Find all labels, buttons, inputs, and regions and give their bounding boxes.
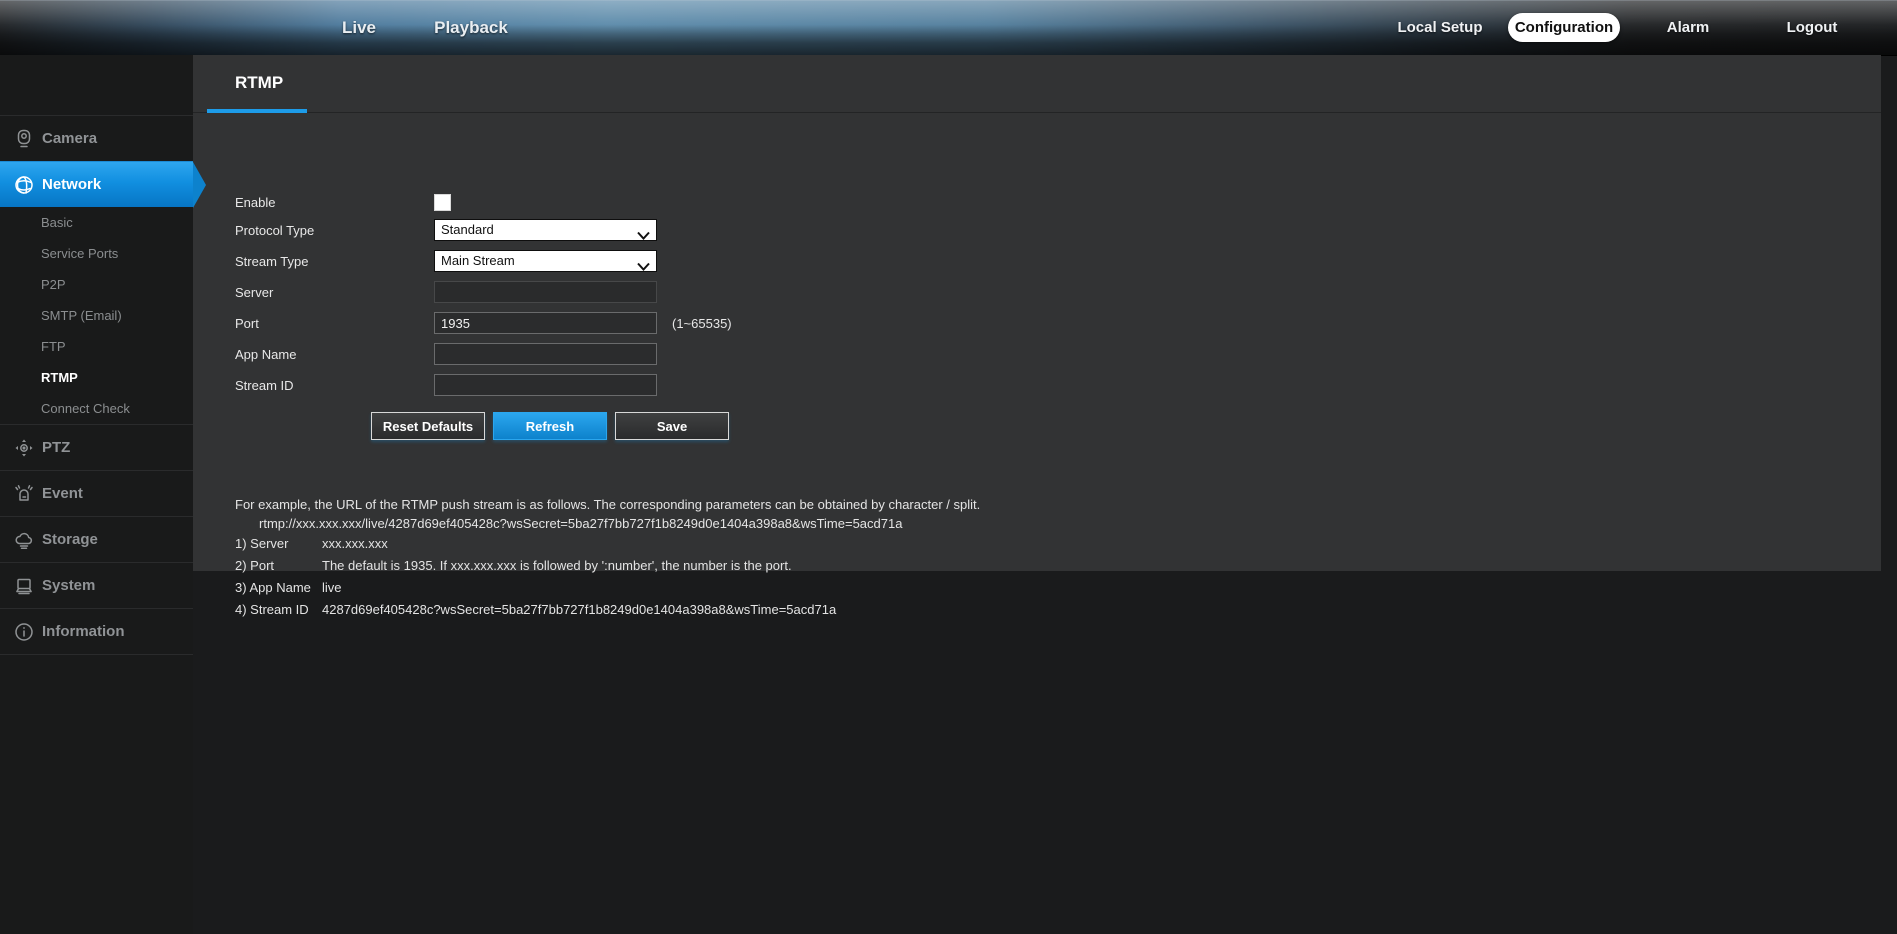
tab-local-setup[interactable]: Local Setup	[1378, 11, 1502, 45]
param-value: The default is 1935. If xxx.xxx.xxx is f…	[322, 558, 792, 573]
sidebar-item-ptz[interactable]: PTZ	[0, 424, 193, 470]
header-right-nav: Local Setup Configuration Alarm Logout	[1378, 11, 1874, 45]
enable-checkbox[interactable]	[434, 194, 451, 211]
top-header: Live Playback Local Setup Configuration …	[0, 0, 1897, 55]
protocol-type-value: Standard	[441, 222, 494, 237]
sidebar-item-camera[interactable]: Camera	[0, 115, 193, 161]
sidebar-item-label: PTZ	[42, 439, 70, 456]
param-label: 3) App Name	[235, 580, 311, 595]
sidebar-subitem-smtp[interactable]: SMTP (Email)	[0, 300, 193, 331]
tab-live[interactable]: Live	[303, 11, 415, 45]
param-value: xxx.xxx.xxx	[322, 536, 388, 551]
stream-type-value: Main Stream	[441, 253, 515, 268]
sidebar-subitem-p2p[interactable]: P2P	[0, 269, 193, 300]
port-label: Port	[235, 316, 415, 331]
sidebar-item-network[interactable]: Network	[0, 161, 193, 207]
network-submenu: Basic Service Ports P2P SMTP (Email) FTP…	[0, 207, 193, 424]
stream-type-select[interactable]: Main Stream	[434, 250, 657, 272]
protocol-type-select[interactable]: Standard	[434, 219, 657, 241]
sidebar-divider	[0, 654, 193, 655]
sidebar-item-label: Storage	[42, 531, 98, 548]
sidebar-item-information[interactable]: Information	[0, 608, 193, 654]
chevron-down-icon	[637, 257, 650, 277]
network-icon	[14, 175, 34, 195]
save-button[interactable]: Save	[615, 412, 729, 440]
help-example-url: rtmp://xxx.xxx.xxx/live/4287d69ef405428c…	[259, 516, 902, 531]
sidebar-item-label: System	[42, 577, 95, 594]
stream-type-label: Stream Type	[235, 254, 415, 269]
stream-id-label: Stream ID	[235, 378, 415, 393]
header-left-nav: Live Playback	[303, 11, 527, 45]
server-label: Server	[235, 285, 415, 300]
sidebar-subitem-ftp[interactable]: FTP	[0, 331, 193, 362]
sidebar-item-system[interactable]: System	[0, 562, 193, 608]
help-intro: For example, the URL of the RTMP push st…	[235, 497, 980, 512]
param-label: 1) Server	[235, 536, 288, 551]
param-value: live	[322, 580, 342, 595]
content-tabbar: RTMP	[193, 55, 1881, 113]
sidebar-item-label: Network	[42, 176, 101, 193]
port-range-hint: (1~65535)	[672, 316, 732, 331]
sidebar: Camera Network Basic Service Ports P2P S…	[0, 55, 193, 934]
sidebar-item-label: Camera	[42, 130, 97, 147]
sidebar-subitem-connect-check[interactable]: Connect Check	[0, 393, 193, 424]
param-value: 4287d69ef405428c?wsSecret=5ba27f7bb727f1…	[322, 602, 836, 617]
sidebar-item-label: Event	[42, 485, 83, 502]
tab-playback[interactable]: Playback	[415, 11, 527, 45]
enable-label: Enable	[235, 195, 415, 210]
active-tab-underline	[207, 109, 307, 113]
tab-rtmp[interactable]: RTMP	[235, 73, 283, 93]
form-row-protocol-type: Protocol Type Standard	[193, 219, 416, 241]
form-row-stream-type: Stream Type Main Stream	[193, 250, 416, 272]
storage-icon	[14, 530, 34, 550]
port-input[interactable]	[434, 312, 657, 334]
ptz-icon	[14, 438, 34, 458]
reset-defaults-button[interactable]: Reset Defaults	[371, 412, 485, 440]
system-icon	[14, 576, 34, 596]
sidebar-item-label: Information	[42, 623, 125, 640]
sidebar-subitem-service-ports[interactable]: Service Ports	[0, 238, 193, 269]
param-label: 4) Stream ID	[235, 602, 309, 617]
chevron-down-icon	[637, 226, 650, 246]
stream-id-input[interactable]	[434, 374, 657, 396]
information-icon	[14, 622, 34, 642]
tab-alarm[interactable]: Alarm	[1626, 11, 1750, 45]
event-icon	[14, 484, 34, 504]
param-label: 2) Port	[235, 558, 274, 573]
tab-configuration[interactable]: Configuration	[1508, 13, 1620, 42]
protocol-type-label: Protocol Type	[235, 223, 415, 238]
sidebar-item-event[interactable]: Event	[0, 470, 193, 516]
tab-logout[interactable]: Logout	[1750, 11, 1874, 45]
refresh-button[interactable]: Refresh	[493, 412, 607, 440]
sidebar-subitem-rtmp[interactable]: RTMP	[0, 362, 193, 393]
server-input[interactable]	[434, 281, 657, 303]
sidebar-item-storage[interactable]: Storage	[0, 516, 193, 562]
camera-icon	[14, 129, 34, 149]
rtmp-settings-panel: RTMP Enable Protocol Type Standard Strea…	[193, 55, 1881, 571]
sidebar-subitem-basic[interactable]: Basic	[0, 207, 193, 238]
app-name-label: App Name	[235, 347, 415, 362]
app-name-input[interactable]	[434, 343, 657, 365]
